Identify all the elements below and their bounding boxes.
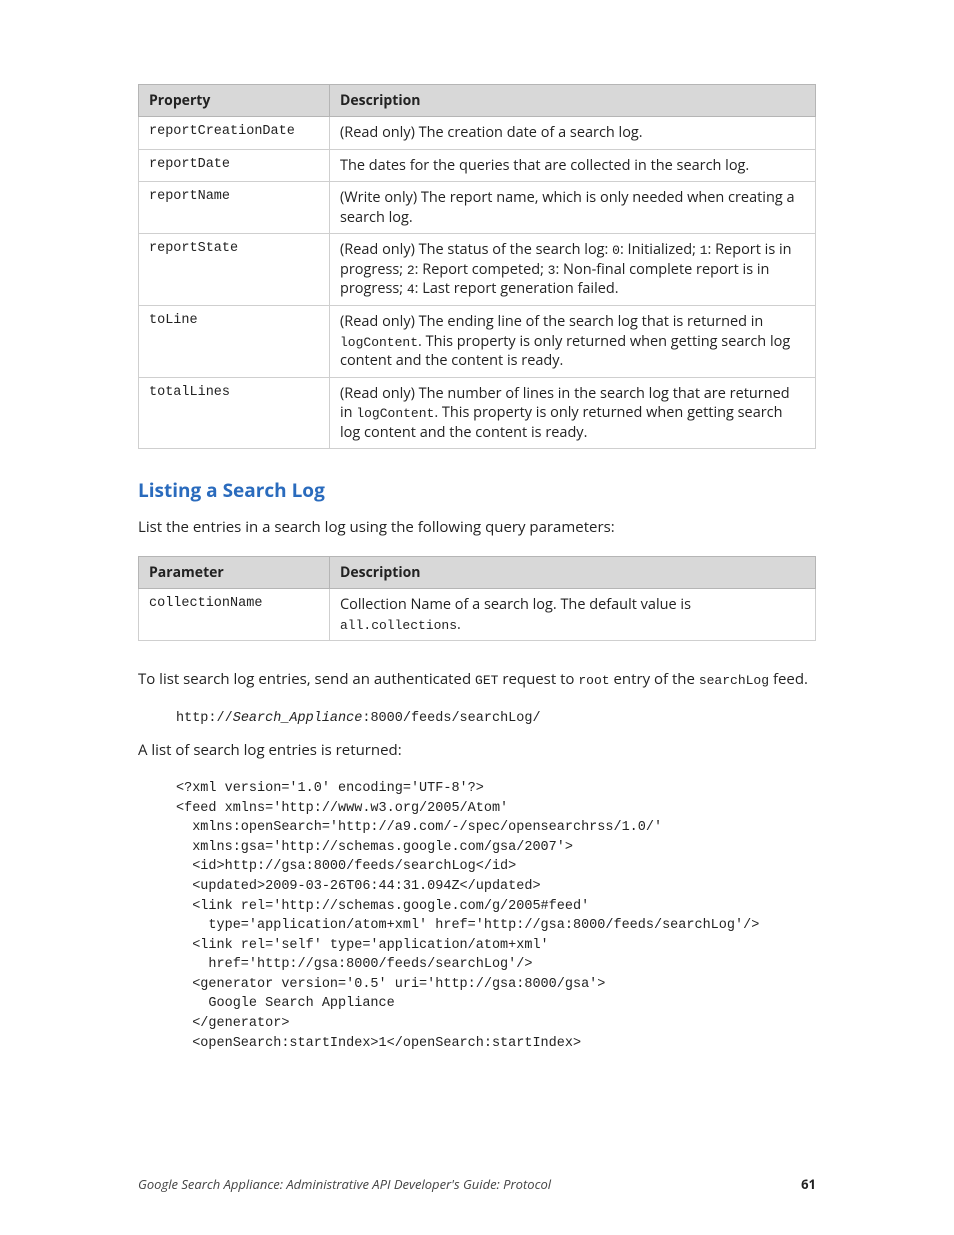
desc-text: .	[457, 615, 461, 634]
desc-cell: (Read only) The status of the search log…	[330, 234, 816, 306]
code-italic: Search_Appliance	[233, 711, 363, 726]
table-row: totalLines (Read only) The number of lin…	[139, 377, 816, 449]
prop-cell: reportCreationDate	[139, 117, 330, 150]
inline-code: 1	[700, 243, 708, 258]
code-block: <?xml version='1.0' encoding='UTF-8'?> <…	[176, 779, 816, 1053]
table-row: collectionName Collection Name of a sear…	[139, 589, 816, 641]
inline-code: logContent	[356, 406, 434, 421]
inline-code: logContent	[340, 335, 418, 350]
th-property: Property	[139, 85, 330, 117]
prop-cell: collectionName	[139, 589, 330, 641]
section-heading: Listing a Search Log	[138, 477, 816, 503]
code-text: http://	[176, 711, 233, 726]
desc-cell: Collection Name of a search log. The def…	[330, 589, 816, 641]
text: request to	[498, 669, 578, 689]
desc-cell: (Write only) The report name, which is o…	[330, 182, 816, 234]
code-text: :8000/feeds/searchLog/	[362, 711, 540, 726]
th-description: Description	[330, 85, 816, 117]
inline-code: 4	[407, 282, 415, 297]
parameters-table: Parameter Description collectionName Col…	[138, 556, 816, 641]
inline-code: searchLog	[699, 673, 769, 688]
inline-code: 0	[612, 243, 620, 258]
text: To list search log entries, send an auth…	[138, 669, 475, 689]
table-row: reportName (Write only) The report name,…	[139, 182, 816, 234]
th-parameter: Parameter	[139, 557, 330, 589]
prop-cell: reportState	[139, 234, 330, 306]
prop-cell: reportName	[139, 182, 330, 234]
inline-code: root	[578, 673, 609, 688]
inline-code: GET	[475, 673, 498, 688]
inline-code: 2	[407, 263, 415, 278]
paragraph: To list search log entries, send an auth…	[138, 669, 816, 690]
paragraph: List the entries in a search log using t…	[138, 517, 816, 538]
properties-table: Property Description reportCreationDate …	[138, 84, 816, 449]
desc-text: : Initialized;	[620, 240, 700, 259]
page-number: 61	[801, 1175, 816, 1193]
table-row: toLine (Read only) The ending line of th…	[139, 305, 816, 377]
table-row: reportCreationDate (Read only) The creat…	[139, 117, 816, 150]
desc-cell: (Read only) The ending line of the searc…	[330, 305, 816, 377]
prop-cell: toLine	[139, 305, 330, 377]
table-row: reportState (Read only) The status of th…	[139, 234, 816, 306]
desc-cell: (Read only) The creation date of a searc…	[330, 117, 816, 150]
page-footer: Google Search Appliance: Administrative …	[138, 1175, 816, 1193]
inline-code: all.collections	[340, 618, 457, 633]
prop-cell: totalLines	[139, 377, 330, 449]
text: feed.	[769, 669, 808, 689]
page-content: Property Description reportCreationDate …	[0, 0, 954, 1235]
desc-text: : Last report generation failed.	[415, 279, 619, 298]
prop-cell: reportDate	[139, 149, 330, 182]
desc-text: (Read only) The status of the search log…	[340, 240, 612, 259]
code-block: http://Search_Appliance:8000/feeds/searc…	[176, 709, 816, 729]
desc-text: (Read only) The ending line of the searc…	[340, 312, 763, 331]
desc-text: : Report competed;	[415, 260, 548, 279]
desc-cell: The dates for the queries that are colle…	[330, 149, 816, 182]
desc-text: Collection Name of a search log. The def…	[340, 595, 691, 614]
paragraph: A list of search log entries is returned…	[138, 740, 816, 761]
table-row: reportDate The dates for the queries tha…	[139, 149, 816, 182]
desc-cell: (Read only) The number of lines in the s…	[330, 377, 816, 449]
th-description: Description	[330, 557, 816, 589]
text: entry of the	[610, 669, 699, 689]
footer-title: Google Search Appliance: Administrative …	[138, 1175, 551, 1193]
